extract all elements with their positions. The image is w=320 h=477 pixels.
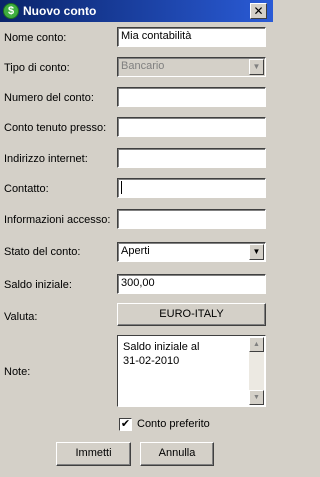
- conto-preferito-checkbox[interactable]: ✔: [119, 418, 132, 431]
- note-line-1: Saldo iniziale al: [123, 341, 200, 353]
- note-textarea[interactable]: Saldo iniziale al 31-02-2010 ▲ ▼: [117, 335, 266, 407]
- nome-conto-value: Mia contabilità: [121, 30, 192, 42]
- text-caret: [121, 181, 122, 194]
- label-saldo: Saldo iniziale:: [4, 279, 72, 291]
- label-note: Note:: [4, 366, 31, 378]
- tipo-conto-value: Bancario: [121, 60, 165, 72]
- chevron-down-icon[interactable]: ▼: [249, 244, 264, 260]
- saldo-input[interactable]: 300,00: [117, 274, 266, 294]
- scroll-down-icon[interactable]: ▼: [249, 390, 264, 405]
- note-line-2: 31-02-2010: [123, 355, 180, 367]
- indirizzo-input[interactable]: [117, 148, 266, 168]
- label-valuta: Valuta:: [4, 311, 38, 323]
- tipo-conto-select[interactable]: Bancario ▼: [117, 57, 266, 77]
- label-contatto: Contatto:: [4, 183, 49, 195]
- saldo-value: 300,00: [121, 277, 155, 289]
- title-bar: $ Nuovo conto ✕: [0, 0, 273, 22]
- stato-value: Aperti: [121, 245, 150, 257]
- stato-select[interactable]: Aperti ▼: [117, 242, 266, 262]
- annulla-button[interactable]: Annulla: [140, 442, 214, 466]
- tenuto-presso-input[interactable]: [117, 117, 266, 137]
- label-indirizzo: Indirizzo internet:: [4, 153, 88, 165]
- valuta-button[interactable]: EURO-ITALY: [117, 303, 266, 326]
- valuta-value: EURO-ITALY: [159, 308, 224, 320]
- nome-conto-input[interactable]: Mia contabilità: [117, 27, 266, 47]
- note-text: Saldo iniziale al 31-02-2010: [123, 340, 245, 368]
- vertical-scrollbar[interactable]: ▲ ▼: [249, 337, 264, 405]
- label-numero-conto: Numero del conto:: [4, 92, 94, 104]
- label-accesso: Informazioni accesso:: [4, 214, 111, 226]
- scroll-up-icon[interactable]: ▲: [249, 337, 264, 352]
- label-stato: Stato del conto:: [4, 246, 81, 258]
- conto-preferito-label[interactable]: Conto preferito: [137, 418, 210, 430]
- accesso-input[interactable]: [117, 209, 266, 229]
- close-button[interactable]: ✕: [250, 3, 267, 19]
- chevron-down-icon[interactable]: ▼: [249, 59, 264, 75]
- immetti-button[interactable]: Immetti: [56, 442, 131, 466]
- label-tipo-conto: Tipo di conto:: [4, 62, 70, 74]
- dollar-icon: $: [3, 3, 19, 19]
- window-title: Nuovo conto: [23, 4, 97, 18]
- label-tenuto-presso: Conto tenuto presso:: [4, 122, 107, 134]
- numero-conto-input[interactable]: [117, 87, 266, 107]
- contatto-input[interactable]: [117, 178, 266, 198]
- label-nome-conto: Nome conto:: [4, 32, 67, 44]
